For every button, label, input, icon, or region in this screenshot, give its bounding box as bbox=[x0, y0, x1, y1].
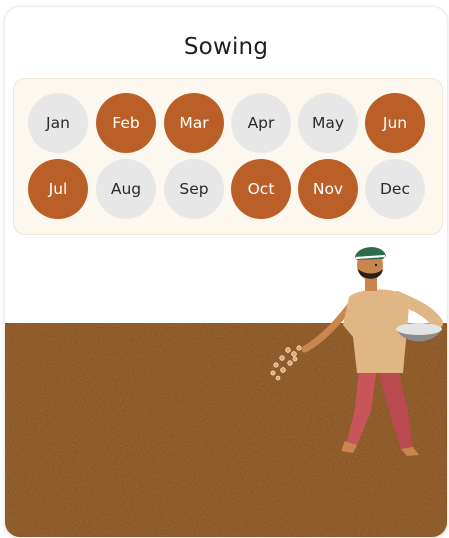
month-jun: Jun bbox=[365, 93, 425, 153]
sowing-card: Sowing Jan Feb Mar Apr May Jun Jul Aug S… bbox=[4, 6, 448, 538]
month-calendar: Jan Feb Mar Apr May Jun Jul Aug Sep Oct … bbox=[13, 78, 443, 235]
month-sep: Sep bbox=[164, 159, 224, 219]
month-nov: Nov bbox=[298, 159, 358, 219]
month-oct: Oct bbox=[231, 159, 291, 219]
month-apr: Apr bbox=[231, 93, 291, 153]
month-feb: Feb bbox=[96, 93, 156, 153]
month-may: May bbox=[298, 93, 358, 153]
card-title: Sowing bbox=[183, 34, 269, 60]
month-jul: Jul bbox=[28, 159, 88, 219]
month-mar: Mar bbox=[164, 93, 224, 153]
month-dec: Dec bbox=[365, 159, 425, 219]
soil-ground bbox=[5, 323, 447, 537]
month-aug: Aug bbox=[96, 159, 156, 219]
month-jan: Jan bbox=[28, 93, 88, 153]
